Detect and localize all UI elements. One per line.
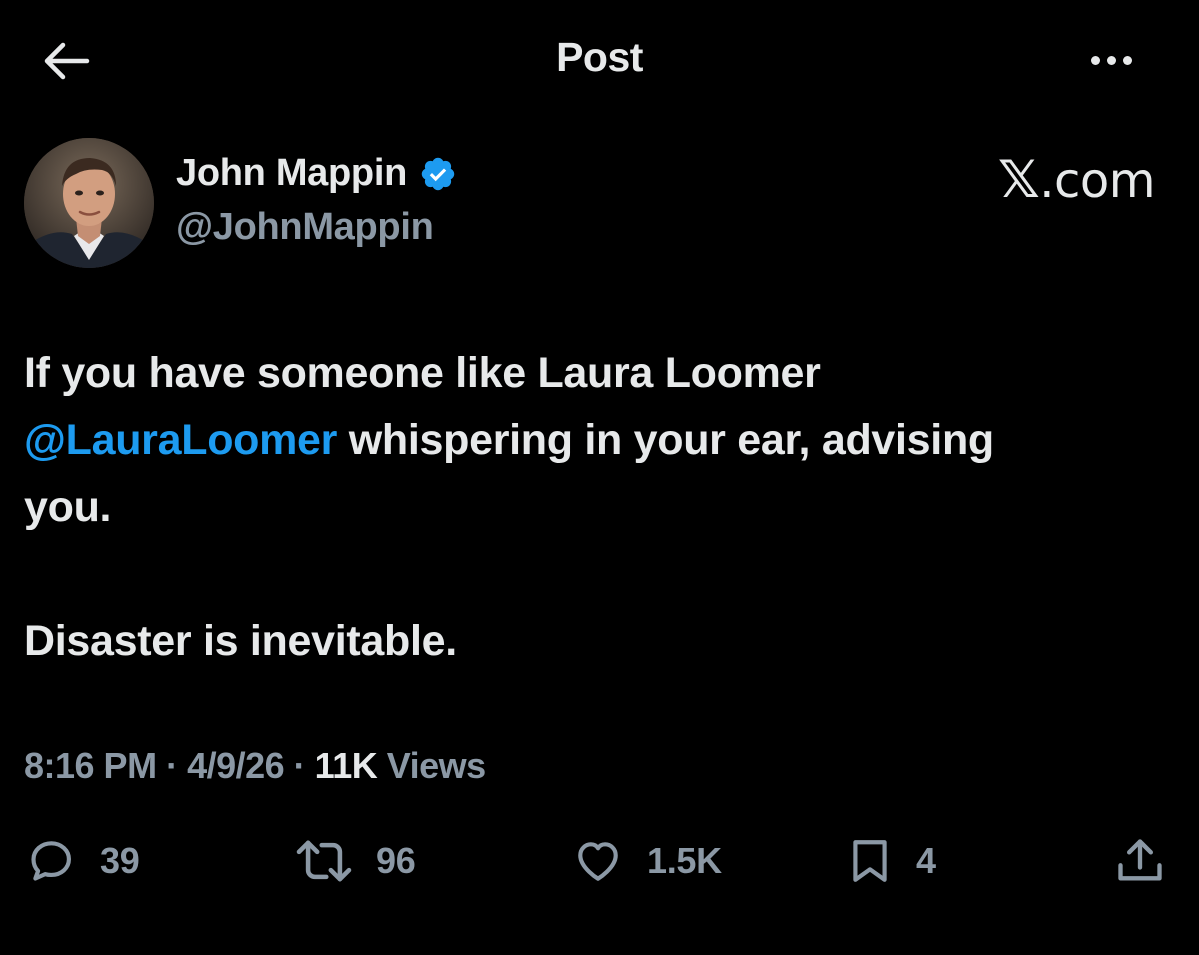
mention-link[interactable]: @LauraLoomer <box>24 416 337 464</box>
bookmark-count: 4 <box>916 840 936 881</box>
author-display-name[interactable]: John Mappin <box>176 152 457 195</box>
tweet-body: If you have someone like Laura Loomer @L… <box>24 340 1164 675</box>
author-handle[interactable]: @JohnMappin <box>176 206 434 249</box>
more-options-button[interactable] <box>1080 42 1142 78</box>
tweet-line-rest: whispering in your ear, advising <box>337 416 994 464</box>
meta-separator: · <box>284 745 315 786</box>
reply-icon <box>31 841 71 881</box>
reply-count: 39 <box>100 840 140 881</box>
avatar[interactable] <box>24 138 154 268</box>
x-com-watermark: 𝕏.com <box>980 150 1156 210</box>
repost-count: 96 <box>376 840 416 881</box>
bookmark-icon <box>853 840 887 882</box>
bookmark-button[interactable]: 4 <box>846 836 936 886</box>
share-button[interactable] <box>1112 836 1168 886</box>
views-label: Views <box>377 745 486 786</box>
views-count: 11K <box>314 745 378 786</box>
reply-button[interactable]: 39 <box>24 836 140 886</box>
tweet-date[interactable]: 4/9/26 <box>187 745 285 786</box>
share-icon <box>1118 839 1162 881</box>
more-icon <box>1087 55 1135 65</box>
repost-icon <box>296 840 352 882</box>
tweet-line: Disaster is inevitable. <box>24 617 457 665</box>
repost-button[interactable]: 96 <box>294 836 416 886</box>
watermark-suffix: .com <box>1039 153 1155 209</box>
tweet-meta: 8:16 PM · 4/9/26 · 11K Views <box>24 745 486 787</box>
author-name-text: John Mappin <box>176 152 408 194</box>
like-button[interactable]: 1.5K <box>571 836 722 886</box>
tweet-line: If you have someone like Laura Loomer <box>24 349 821 397</box>
verified-badge-icon <box>419 155 457 193</box>
tweet-line: @LauraLoomer whispering in your ear, adv… <box>24 407 1164 474</box>
page-title: Post <box>556 34 643 80</box>
heart-icon <box>578 842 618 881</box>
tweet-line: you. <box>24 483 112 531</box>
meta-separator: · <box>156 745 188 786</box>
x-logo-icon: 𝕏 <box>997 150 1040 210</box>
tweet-time[interactable]: 8:16 PM <box>24 745 157 786</box>
profile-photo <box>24 138 154 268</box>
like-count: 1.5K <box>647 840 722 881</box>
